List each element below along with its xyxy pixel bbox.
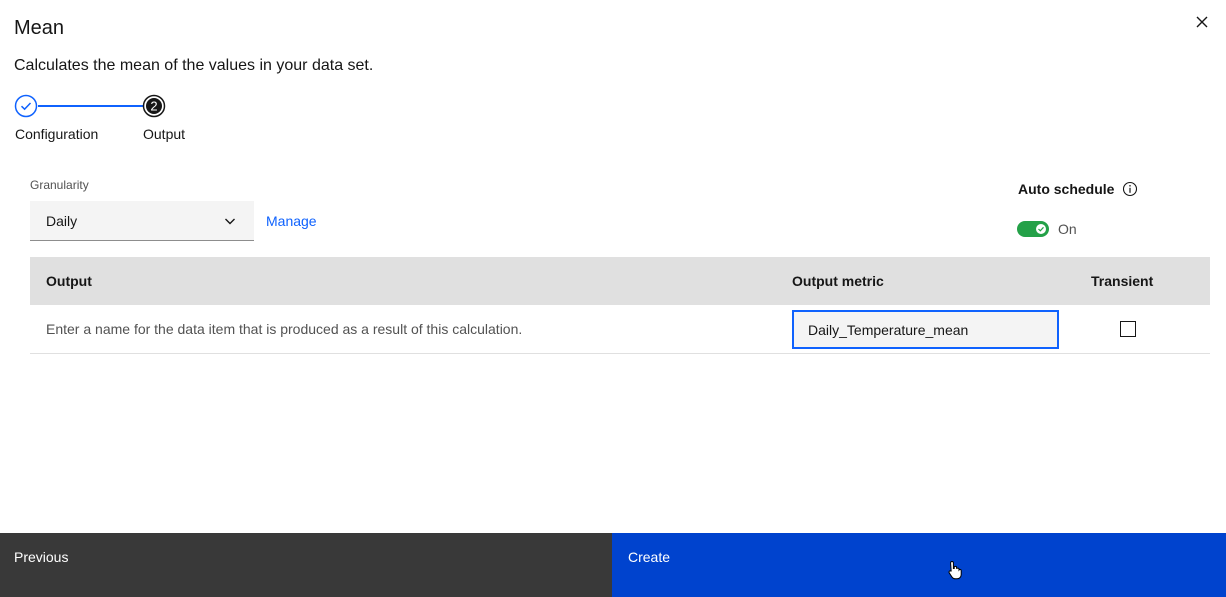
manage-link[interactable]: Manage [266,213,317,229]
close-icon [1196,16,1208,28]
table-row: Enter a name for the data item that is p… [30,305,1210,354]
granularity-dropdown[interactable]: Daily [30,201,254,241]
modal-title: Mean [14,17,65,39]
checkmark-icon[interactable] [14,94,38,118]
progress-line [38,105,156,107]
header-transient: Transient [1091,273,1154,289]
info-icon[interactable] [1122,181,1138,197]
step-output-label: Output [143,126,186,142]
mean-modal: Mean Calculates the mean of the values i… [0,0,1226,597]
auto-schedule-state: On [1058,221,1077,237]
output-table: Output Output metric Transient Enter a n… [30,257,1210,354]
granularity-label: Granularity [30,178,89,192]
modal-description: Calculates the mean of the values in you… [14,57,374,74]
progress-indicator: 2 Configuration Output [14,92,214,152]
modal-footer: Previous Create [0,533,1226,597]
create-button-label: Create [628,549,671,565]
auto-schedule-toggle[interactable] [1017,221,1049,237]
auto-schedule-label: Auto schedule [1018,181,1115,197]
pointer-cursor-icon [948,560,962,580]
close-button[interactable] [1190,10,1214,34]
step-2-number: 2 [150,99,157,114]
transient-checkbox[interactable] [1120,321,1136,337]
header-output-metric: Output metric [792,273,884,289]
header-output: Output [46,273,92,289]
chevron-down-icon [225,218,235,225]
granularity-selected-value: Daily [46,212,78,229]
previous-button-label: Previous [14,549,69,565]
output-metric-input[interactable] [792,310,1059,349]
checkmark-icon [1038,226,1044,232]
create-button[interactable]: Create [612,533,1226,597]
output-description: Enter a name for the data item that is p… [46,321,523,337]
step-2-icon[interactable]: 2 [142,94,166,118]
previous-button[interactable]: Previous [0,533,612,597]
step-configuration-label[interactable]: Configuration [15,126,98,142]
table-header: Output Output metric Transient [30,257,1210,305]
